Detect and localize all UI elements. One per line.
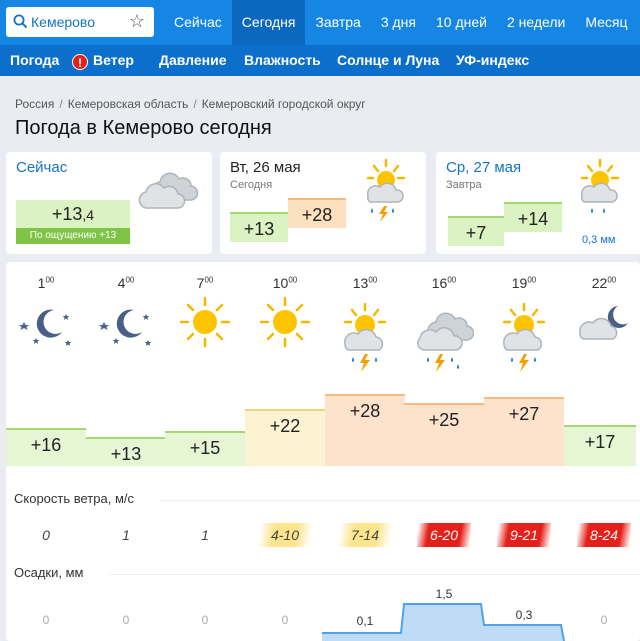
wind-speed: 9-21 <box>497 523 551 547</box>
subtab-wind[interactable]: ! Ветер <box>72 45 134 76</box>
hour-minutes: 00 <box>45 275 55 285</box>
tab-now[interactable]: Сейчас <box>164 0 232 45</box>
period-tabs: Сейчас Сегодня Завтра 3 дня 10 дней 2 не… <box>164 0 638 45</box>
hour-value: 19 <box>511 275 528 291</box>
page-title: Погода в Кемерово сегодня <box>15 117 272 139</box>
sun-icon <box>255 292 315 352</box>
hour-temperature: +25 <box>404 403 484 466</box>
top-navigation: Кемерово ☆ Сейчас Сегодня Завтра 3 дня 1… <box>0 0 640 45</box>
today-min-temp: +13 <box>230 212 288 242</box>
subtab-pressure[interactable]: Давление <box>159 45 227 76</box>
subtab-wind-label: Ветер <box>93 52 134 68</box>
tab-tomorrow[interactable]: Завтра <box>305 0 370 45</box>
tab-10-days[interactable]: 10 дней <box>426 0 497 45</box>
hour-minutes: 00 <box>125 275 135 285</box>
breadcrumb: Россия / Кемеровская область / Кемеровский г… <box>15 97 366 111</box>
hour-minutes: 00 <box>204 275 214 285</box>
hour-label: 700 <box>175 275 235 291</box>
tab-month[interactable]: Месяц <box>575 0 637 45</box>
hour-label: 1300 <box>335 275 395 291</box>
wind-section-label: Скорость ветра, м/с <box>14 491 134 506</box>
today-max-temp: +28 <box>288 198 346 228</box>
hour-value: 10 <box>272 275 289 291</box>
subtab-sun-moon[interactable]: Солнце и Луна <box>337 45 439 76</box>
moon-stars-icon <box>16 292 76 352</box>
moon-stars-icon <box>96 292 156 352</box>
tomorrow-card[interactable]: Ср, 27 мая Завтра +7 +14 0,3 мм <box>436 152 640 254</box>
search-value[interactable]: Кемерово <box>31 14 95 30</box>
tomorrow-date: Ср, 27 мая <box>446 159 522 176</box>
divider <box>160 500 640 501</box>
precip-section-label: Осадки, мм <box>14 565 84 580</box>
sun-cloud-thunderstorm-icon <box>335 300 395 378</box>
breadcrumb-district[interactable]: Кемеровский городской округ <box>202 97 366 111</box>
now-temp-main: +13 <box>51 204 83 224</box>
hour-value: 13 <box>352 275 369 291</box>
now-label: Сейчас <box>16 159 68 176</box>
parameter-tabs: Погода ! Ветер Давление Влажность Солнце … <box>0 45 640 76</box>
wind-speed: 1 <box>122 527 130 543</box>
breadcrumb-region[interactable]: Кемеровская область <box>68 97 189 111</box>
subtab-humidity[interactable]: Влажность <box>244 45 321 76</box>
tomorrow-precip: 0,3 мм <box>582 234 616 246</box>
today-card[interactable]: Вт, 26 мая Сегодня +13 +28 <box>220 152 426 254</box>
feels-like-badge: По ощущению +13 <box>16 228 130 244</box>
hour-label: 100 <box>16 275 76 291</box>
hour-label: 1000 <box>255 275 315 291</box>
sun-cloud-thunderstorm-icon <box>494 300 554 378</box>
hour-temperature: +16 <box>6 428 86 466</box>
city-search-input[interactable]: Кемерово ☆ <box>6 7 154 37</box>
favorite-star-icon[interactable]: ☆ <box>129 11 145 32</box>
wind-speed: 6-20 <box>417 523 471 547</box>
tab-3-days[interactable]: 3 дня <box>371 0 426 45</box>
hour-label: 2200 <box>574 275 634 291</box>
hour-temperature: +15 <box>165 431 245 466</box>
subtab-uv-index[interactable]: УФ-индекс <box>456 45 529 76</box>
moon-cloud-icon <box>574 292 634 352</box>
now-temp-fraction: ,4 <box>82 207 95 223</box>
tomorrow-max-temp: +14 <box>504 202 562 232</box>
hour-temperature: +17 <box>564 425 636 466</box>
hour-temperature: +22 <box>245 409 325 466</box>
today-date: Вт, 26 мая <box>230 159 301 176</box>
hour-label: 400 <box>96 275 156 291</box>
precip-area-chart <box>322 603 565 641</box>
hour-temperature: +13 <box>86 437 166 466</box>
search-icon <box>13 14 28 29</box>
hour-label: 1600 <box>414 275 474 291</box>
breadcrumb-russia[interactable]: Россия <box>15 97 54 111</box>
wind-speed: 4-10 <box>258 523 312 547</box>
hour-minutes: 00 <box>527 275 537 285</box>
now-temperature: +13,4 <box>16 200 130 228</box>
hour-temperature: +28 <box>325 394 405 466</box>
hour-temperature: +27 <box>484 397 564 466</box>
wind-speed: 1 <box>201 527 209 543</box>
precip-value: 1,5 <box>435 587 453 601</box>
sun-cloud-rain-icon <box>580 158 620 213</box>
wind-speed: 8-24 <box>577 523 631 547</box>
hour-minutes: 00 <box>607 275 617 285</box>
divider <box>110 574 640 575</box>
now-card[interactable]: Сейчас +13,4 По ощущению +13 <box>6 152 212 254</box>
tab-today[interactable]: Сегодня <box>231 0 306 45</box>
thunderstorm-icon <box>366 158 406 222</box>
wind-speed: 7-14 <box>338 523 392 547</box>
sun-icon <box>175 292 235 352</box>
warning-icon: ! <box>72 54 88 70</box>
subtab-weather[interactable]: Погода <box>10 45 59 76</box>
tomorrow-min-temp: +7 <box>448 216 504 246</box>
hour-minutes: 00 <box>368 275 378 285</box>
cloud-thunderstorm-icon <box>414 300 475 378</box>
hour-label: 1900 <box>494 275 554 291</box>
hour-minutes: 00 <box>288 275 298 285</box>
wind-speed: 0 <box>42 527 50 543</box>
hour-value: 16 <box>431 275 448 291</box>
hour-value: 22 <box>591 275 608 291</box>
tab-2-weeks[interactable]: 2 недели <box>497 0 575 45</box>
hour-minutes: 00 <box>447 275 457 285</box>
cloudy-icon <box>138 172 199 209</box>
today-label: Сегодня <box>230 179 273 191</box>
tomorrow-label: Завтра <box>446 179 482 191</box>
